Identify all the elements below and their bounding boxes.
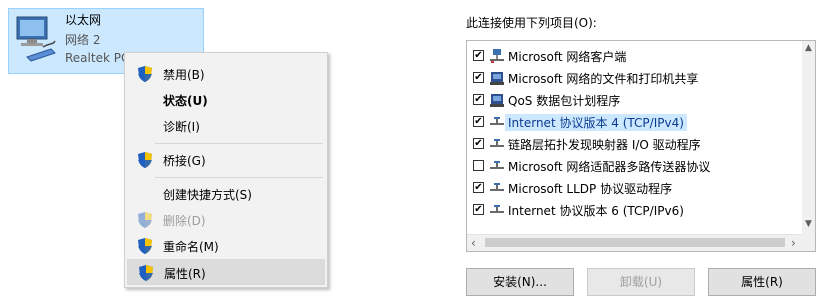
scroll-right-icon[interactable]: › [791,236,796,250]
item-label: Internet 协议版本 6 (TCP/IPv6) [508,204,684,217]
item-label: 链路层拓扑发现映射器 I/O 驱动程序 [508,138,701,152]
adapter-name: 以太网 [65,13,102,27]
item-checkbox[interactable]: ✔ [473,182,484,193]
item-checkbox[interactable]: ✔ [473,72,484,83]
list-item[interactable]: ✔ Internet 协议版本 4 (TCP/IPv4) [467,111,803,133]
file-printer-share-icon [490,72,504,85]
network-adapter-icon [16,16,56,62]
menu-item-label: 重命名(M) [163,240,219,254]
item-checkbox[interactable]: ✔ [473,50,484,61]
qos-scheduler-icon [490,94,504,107]
protocol-icon [490,183,504,191]
item-checkbox[interactable] [473,160,484,171]
properties-button[interactable]: 属性(R) [708,268,816,296]
protocol-icon [490,161,504,169]
menu-item-label: 删除(D) [163,214,206,228]
uninstall-button[interactable]: 卸载(U) [587,268,695,296]
scroll-thumb[interactable] [485,238,785,247]
menu-separator [155,143,323,144]
install-button[interactable]: 安装(N)... [466,268,574,296]
item-label: Microsoft 网络客户端 [508,50,627,64]
menu-item-bridge[interactable]: 桥接(G) [127,147,325,173]
item-checkbox[interactable]: ✔ [473,138,484,149]
items-caption: 此连接使用下列项目(O): [466,16,597,30]
menu-item-label: 属性(R) [164,267,206,281]
components-listbox[interactable]: ✔ Microsoft 网络客户端 ✔ Microsoft 网络的文件和打印机共… [466,40,816,252]
menu-item-label: 创建快捷方式(S) [163,188,252,202]
shield-icon [138,212,152,228]
item-label: Microsoft 网络的文件和打印机共享 [508,72,699,86]
shield-icon [138,152,152,168]
protocol-icon [490,117,504,125]
list-item[interactable]: ✔ 链路层拓扑发现映射器 I/O 驱动程序 [467,133,803,155]
menu-item-delete[interactable]: 删除(D) [127,207,325,233]
scroll-up-icon[interactable]: ▲ [804,43,813,53]
list-item[interactable]: ✔ Microsoft 网络的文件和打印机共享 [467,67,803,89]
list-item[interactable]: ✔ Microsoft LLDP 协议驱动程序 [467,177,803,199]
list-item[interactable]: Microsoft 网络适配器多路传送器协议 [467,155,803,177]
protocol-icon [490,205,504,213]
adapter-device: Realtek PCIe GbE Family Controller [65,51,129,65]
menu-item-label: 诊断(I) [163,120,200,134]
menu-item-properties[interactable]: 属性(R) [127,259,325,285]
menu-item-rename[interactable]: 重命名(M) [127,233,325,259]
horizontal-scrollbar[interactable]: ‹ › [467,234,803,251]
shield-icon [138,66,152,82]
shield-icon [138,238,152,254]
item-label: Microsoft LLDP 协议驱动程序 [508,182,673,196]
shield-icon [139,265,153,281]
menu-item-label: 禁用(B) [163,68,205,82]
item-label: Microsoft 网络适配器多路传送器协议 [508,160,711,174]
scroll-down-icon[interactable]: ▼ [804,219,813,229]
vertical-scrollbar[interactable]: ▲ ▼ [802,41,815,251]
list-item[interactable]: ✔ QoS 数据包计划程序 [467,89,803,111]
protocol-icon [490,139,504,147]
list-item[interactable]: ✔ Microsoft 网络客户端 [467,45,803,67]
menu-item-label: 桥接(G) [163,154,206,168]
menu-item-status[interactable]: 状态(U) [127,87,325,113]
menu-item-diagnose[interactable]: 诊断(I) [127,113,325,139]
item-label: Internet 协议版本 4 (TCP/IPv4) [505,114,687,131]
menu-item-create-shortcut[interactable]: 创建快捷方式(S) [127,181,325,207]
network-client-icon [490,49,504,63]
context-menu: 禁用(B) 状态(U) 诊断(I) 桥接(G) 创建快捷方式(S) 删除(D) … [124,52,328,288]
item-checkbox[interactable]: ✔ [473,94,484,105]
list-item[interactable]: ✔ Internet 协议版本 6 (TCP/IPv6) [467,199,803,217]
item-label: QoS 数据包计划程序 [508,94,621,108]
scroll-left-icon[interactable]: ‹ [471,236,476,250]
menu-item-label: 状态(U) [163,94,208,108]
adapter-network: 网络 2 [65,33,101,47]
menu-separator [155,177,323,178]
item-checkbox[interactable]: ✔ [473,116,484,127]
item-checkbox[interactable]: ✔ [473,204,484,215]
menu-item-disable[interactable]: 禁用(B) [127,61,325,87]
